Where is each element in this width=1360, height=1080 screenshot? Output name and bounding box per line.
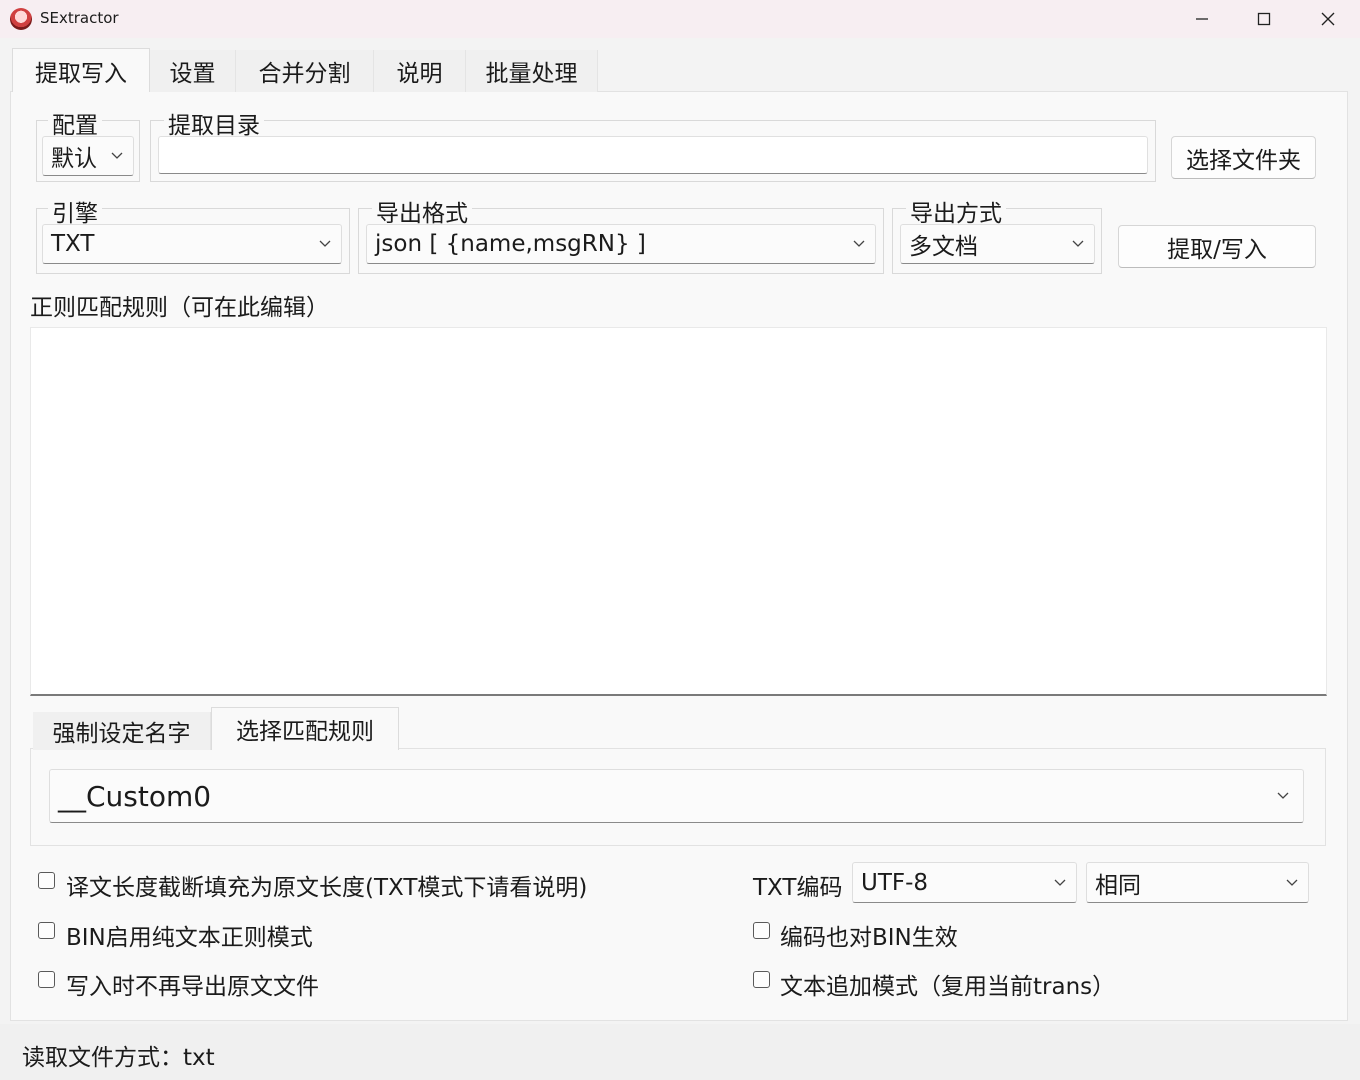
export-format-value: json [ {name,msgRN} ] <box>375 231 646 257</box>
encoding-bin-label: 编码也对BIN生效 <box>780 925 958 951</box>
minimize-button[interactable] <box>1170 0 1234 38</box>
bin-regex-checkbox[interactable] <box>38 922 55 939</box>
subtab-select-rule[interactable]: 选择匹配规则 <box>211 707 399 750</box>
engine-label: 引擎 <box>48 194 102 228</box>
export-format-label: 导出格式 <box>372 194 472 228</box>
subtab-force-name[interactable]: 强制设定名字 <box>33 712 211 750</box>
choose-folder-button[interactable]: 选择文件夹 <box>1171 136 1316 179</box>
regex-label: 正则匹配规则（可在此编辑） <box>30 295 329 321</box>
txt-encoding-secondary-select[interactable]: 相同 <box>1086 862 1309 903</box>
chevron-down-icon <box>853 240 865 247</box>
txt-encoding-secondary-value: 相同 <box>1095 872 1141 899</box>
chevron-down-icon <box>1277 792 1289 799</box>
maximize-button[interactable] <box>1232 0 1296 38</box>
rule-select[interactable]: __Custom0 <box>49 769 1304 823</box>
app-logo-icon <box>10 8 32 30</box>
maximize-icon <box>1257 12 1271 26</box>
engine-value: TXT <box>51 231 95 257</box>
truncate-pad-label: 译文长度截断填充为原文长度(TXT模式下请看说明) <box>66 875 588 901</box>
bin-regex-label: BIN启用纯文本正则模式 <box>66 925 313 951</box>
config-select[interactable]: 默认 <box>42 136 134 176</box>
status-text: 读取文件方式：txt <box>22 1045 215 1071</box>
export-format-select[interactable]: json [ {name,msgRN} ] <box>366 224 876 264</box>
chevron-down-icon <box>111 152 123 159</box>
tab-batch[interactable]: 批量处理 <box>466 50 598 92</box>
export-mode-label: 导出方式 <box>906 194 1006 228</box>
chevron-down-icon <box>319 240 331 247</box>
append-mode-label: 文本追加模式（复用当前trans） <box>780 974 1116 1000</box>
config-value: 默认 <box>51 146 97 172</box>
tab-merge-split[interactable]: 合并分割 <box>236 50 374 92</box>
chevron-down-icon <box>1286 879 1298 886</box>
tab-instructions[interactable]: 说明 <box>374 50 466 92</box>
title-bar <box>0 0 1360 38</box>
no-export-original-checkbox[interactable] <box>38 971 55 988</box>
tab-extract-write[interactable]: 提取写入 <box>12 48 150 92</box>
rule-select-value: __Custom0 <box>58 779 212 813</box>
export-mode-value: 多文档 <box>909 234 978 260</box>
txt-encoding-label: TXT编码 <box>753 875 843 901</box>
window-title: SExtractor <box>40 9 119 27</box>
regex-editor[interactable] <box>30 327 1327 696</box>
tab-settings[interactable]: 设置 <box>150 50 236 92</box>
chevron-down-icon <box>1072 240 1084 247</box>
encoding-bin-checkbox[interactable] <box>753 922 770 939</box>
txt-encoding-value: UTF-8 <box>861 869 929 896</box>
extract-write-button[interactable]: 提取/写入 <box>1118 225 1316 268</box>
close-button[interactable] <box>1296 0 1360 38</box>
append-mode-checkbox[interactable] <box>753 971 770 988</box>
close-icon <box>1321 12 1335 26</box>
no-export-original-label: 写入时不再导出原文文件 <box>66 974 319 1000</box>
extract-dir-input[interactable] <box>158 136 1148 174</box>
config-label: 配置 <box>48 106 102 140</box>
truncate-pad-checkbox[interactable] <box>38 872 55 889</box>
chevron-down-icon <box>1054 879 1066 886</box>
txt-encoding-select[interactable]: UTF-8 <box>852 862 1077 903</box>
engine-select[interactable]: TXT <box>42 224 342 264</box>
extract-dir-label: 提取目录 <box>164 106 264 140</box>
export-mode-select[interactable]: 多文档 <box>900 224 1095 264</box>
minimize-icon <box>1196 18 1208 20</box>
